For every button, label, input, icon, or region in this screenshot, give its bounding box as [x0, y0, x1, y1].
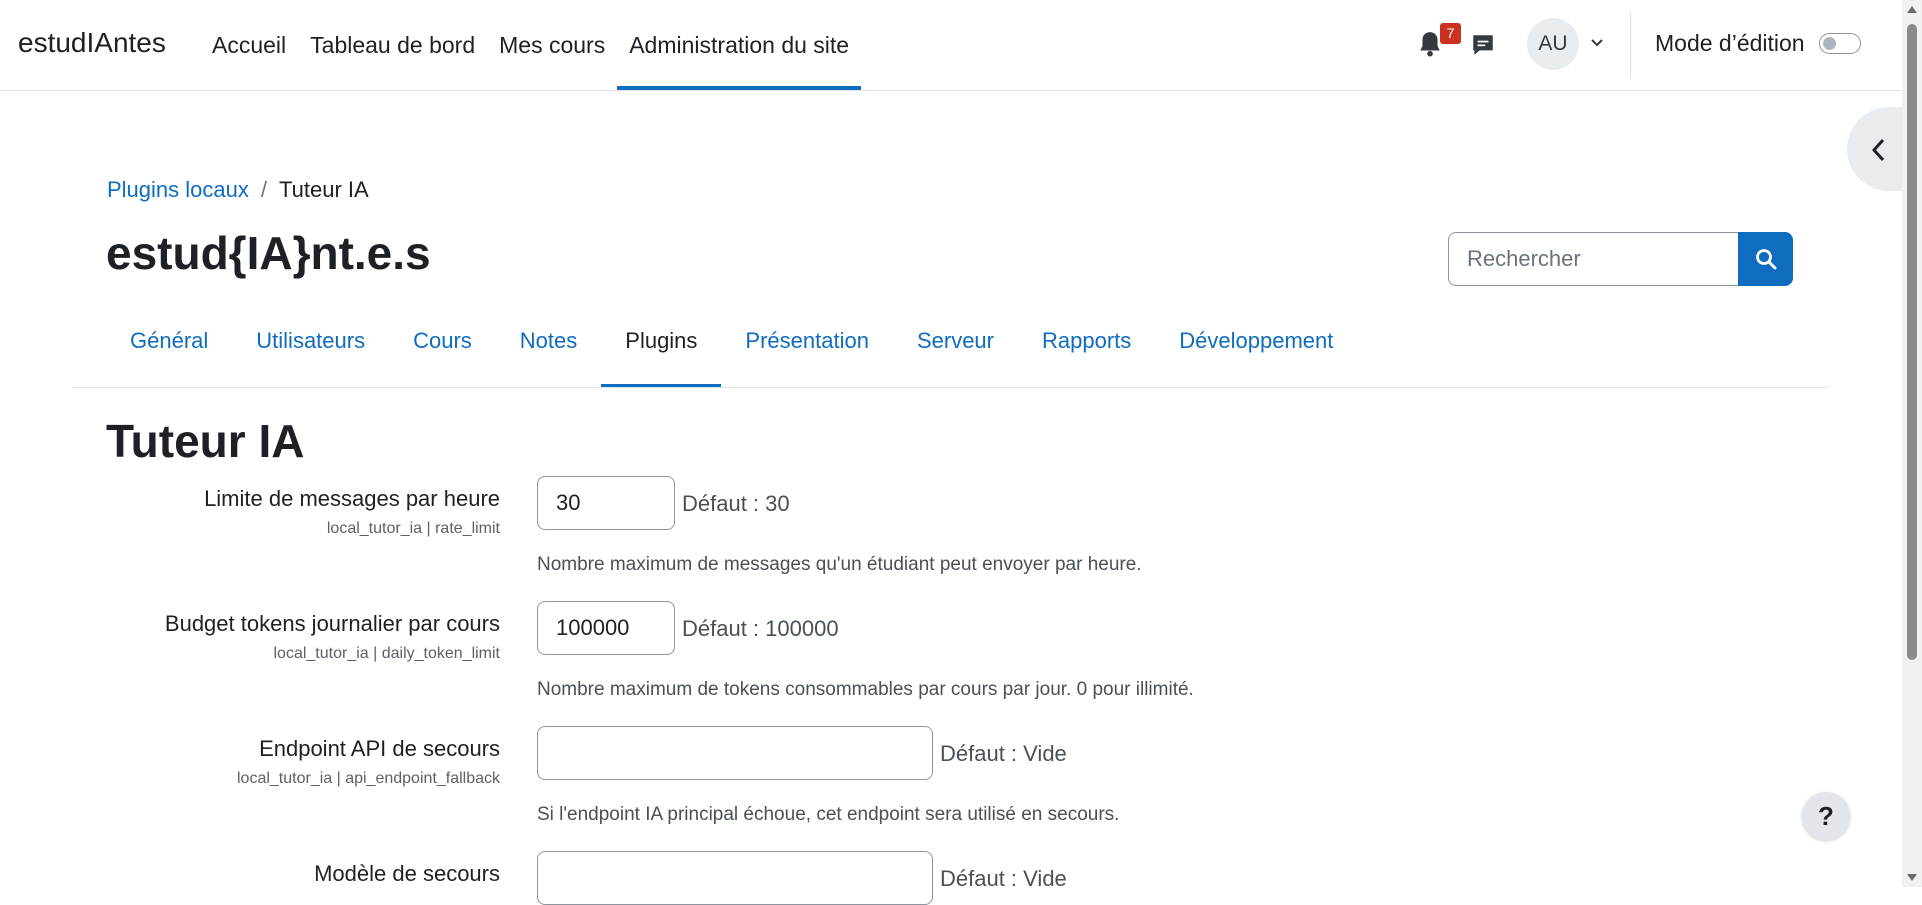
primary-navigation: Accueil Tableau de bord Mes cours Admini… [200, 0, 862, 90]
top-navbar: estudIAntes Accueil Tableau de bord Mes … [0, 0, 1902, 91]
nav-link-home[interactable]: Accueil [200, 0, 298, 90]
scroll-down-arrow-icon[interactable] [1907, 874, 1917, 881]
user-avatar[interactable]: AU [1527, 18, 1579, 70]
tab-general[interactable]: Général [106, 310, 232, 388]
nav-link-my-courses[interactable]: Mes cours [487, 0, 617, 90]
messages-icon[interactable] [1470, 32, 1496, 58]
tab-grades[interactable]: Notes [496, 310, 601, 388]
tab-users[interactable]: Utilisateurs [232, 310, 389, 388]
page-title: estud{IA}nt.e.s [106, 227, 431, 279]
fallback-model-input[interactable] [537, 851, 933, 905]
tab-reports[interactable]: Rapports [1018, 310, 1155, 388]
tabs-divider [72, 387, 1828, 388]
setting-description: Si l'endpoint IA principal échoue, cet e… [537, 804, 1120, 825]
breadcrumb-separator: / [260, 177, 267, 202]
breadcrumb-current: Tuteur IA [279, 177, 369, 202]
setting-default: Défaut : Vide [940, 741, 1067, 766]
tab-development[interactable]: Développement [1155, 310, 1357, 388]
setting-description: Nombre maximum de tokens consommables pa… [537, 679, 1194, 700]
setting-default: Défaut : Vide [940, 866, 1067, 891]
navbar-divider [1630, 12, 1631, 78]
admin-category-tabs: Général Utilisateurs Cours Notes Plugins… [106, 310, 1357, 388]
setting-label: Endpoint API de secours [259, 736, 500, 761]
rate-limit-input[interactable] [537, 476, 675, 530]
setting-label: Limite de messages par heure [204, 486, 500, 511]
breadcrumb: Plugins locaux / Tuteur IA [107, 177, 369, 203]
setting-key: local_tutor_ia | api_endpoint_fallback [236, 770, 500, 787]
tab-appearance[interactable]: Présentation [721, 310, 893, 388]
settings-heading: Tuteur IA [106, 415, 305, 467]
admin-search [1448, 232, 1793, 286]
toggle-knob [1823, 37, 1836, 50]
scroll-up-arrow-icon[interactable] [1907, 6, 1917, 13]
edit-mode-label: Mode d’édition [1655, 30, 1805, 56]
setting-description: Nombre maximum de messages qu'un étudian… [537, 554, 1142, 575]
search-input[interactable] [1448, 232, 1740, 286]
tab-server[interactable]: Serveur [893, 310, 1018, 388]
chevron-down-icon[interactable] [1590, 38, 1604, 48]
setting-default: Défaut : 30 [682, 491, 790, 516]
site-brand[interactable]: estudIAntes [18, 27, 166, 59]
breadcrumb-link-local-plugins[interactable]: Plugins locaux [107, 177, 249, 203]
setting-label: Budget tokens journalier par cours [164, 611, 500, 636]
notification-count-badge: 7 [1440, 23, 1461, 44]
search-icon [1755, 249, 1776, 270]
api-endpoint-fallback-input[interactable] [537, 726, 933, 780]
page-scrollbar[interactable] [1902, 0, 1922, 887]
help-button[interactable]: ? [1802, 792, 1850, 840]
nav-link-dashboard[interactable]: Tableau de bord [298, 0, 487, 90]
daily-token-limit-input[interactable] [537, 601, 675, 655]
scrollbar-thumb[interactable] [1907, 24, 1917, 660]
nav-link-site-administration[interactable]: Administration du site [617, 0, 862, 90]
chevron-left-icon [1871, 138, 1885, 162]
setting-key: local_tutor_ia | daily_token_limit [273, 645, 501, 662]
search-button[interactable] [1738, 232, 1793, 286]
edit-mode-toggle[interactable] [1819, 33, 1861, 54]
setting-key: local_tutor_ia | rate_limit [326, 520, 500, 537]
tab-plugins[interactable]: Plugins [601, 310, 722, 388]
tab-courses[interactable]: Cours [389, 310, 496, 388]
setting-label: Modèle de secours [314, 861, 500, 886]
setting-default: Défaut : 100000 [682, 616, 839, 641]
